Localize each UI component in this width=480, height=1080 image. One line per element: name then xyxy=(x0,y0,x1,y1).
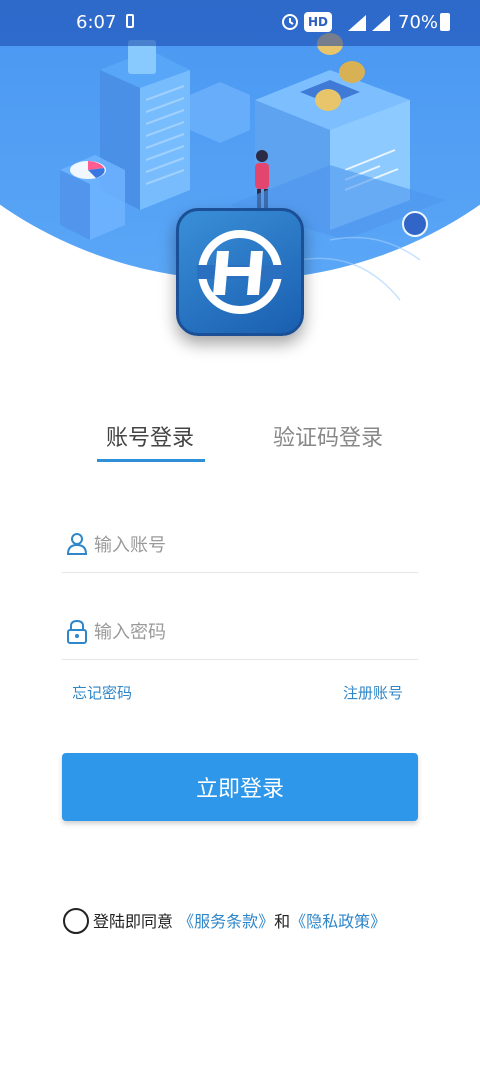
sim-icon xyxy=(126,14,134,28)
signal-icon xyxy=(348,15,366,31)
user-icon xyxy=(66,533,88,555)
password-field xyxy=(62,605,418,660)
password-input[interactable] xyxy=(92,615,416,649)
lock-icon xyxy=(67,619,87,644)
terms-link[interactable]: 《服务条款》 xyxy=(178,912,274,931)
status-time: 6:07 xyxy=(76,12,117,33)
status-bar: 6:07 HD 70% xyxy=(0,0,480,46)
register-link[interactable]: 注册账号 xyxy=(343,682,403,703)
app-logo-mark xyxy=(197,230,283,314)
battery-percentage: 70% xyxy=(398,12,439,33)
signal-icon xyxy=(372,15,390,31)
alarm-icon xyxy=(282,14,298,30)
account-field xyxy=(62,518,418,573)
agreement-radio[interactable] xyxy=(63,908,89,934)
login-button[interactable]: 立即登录 xyxy=(62,753,418,821)
forgot-password-link[interactable]: 忘记密码 xyxy=(72,682,132,703)
privacy-link[interactable]: 《隐私政策》 xyxy=(290,912,386,931)
agreement-prefix: 登陆即同意 xyxy=(93,912,174,931)
tab-account-login[interactable]: 账号登录 xyxy=(106,420,194,452)
agreement-text: 登陆即同意 《服务条款》和《隐私政策》 xyxy=(93,908,386,932)
active-tab-indicator xyxy=(97,459,205,462)
account-input[interactable] xyxy=(92,528,416,562)
app-logo xyxy=(176,208,304,336)
battery-icon xyxy=(440,13,450,31)
hd-icon: HD xyxy=(304,12,333,32)
tab-code-login[interactable]: 验证码登录 xyxy=(273,420,383,452)
agreement-and: 和 xyxy=(274,912,291,931)
